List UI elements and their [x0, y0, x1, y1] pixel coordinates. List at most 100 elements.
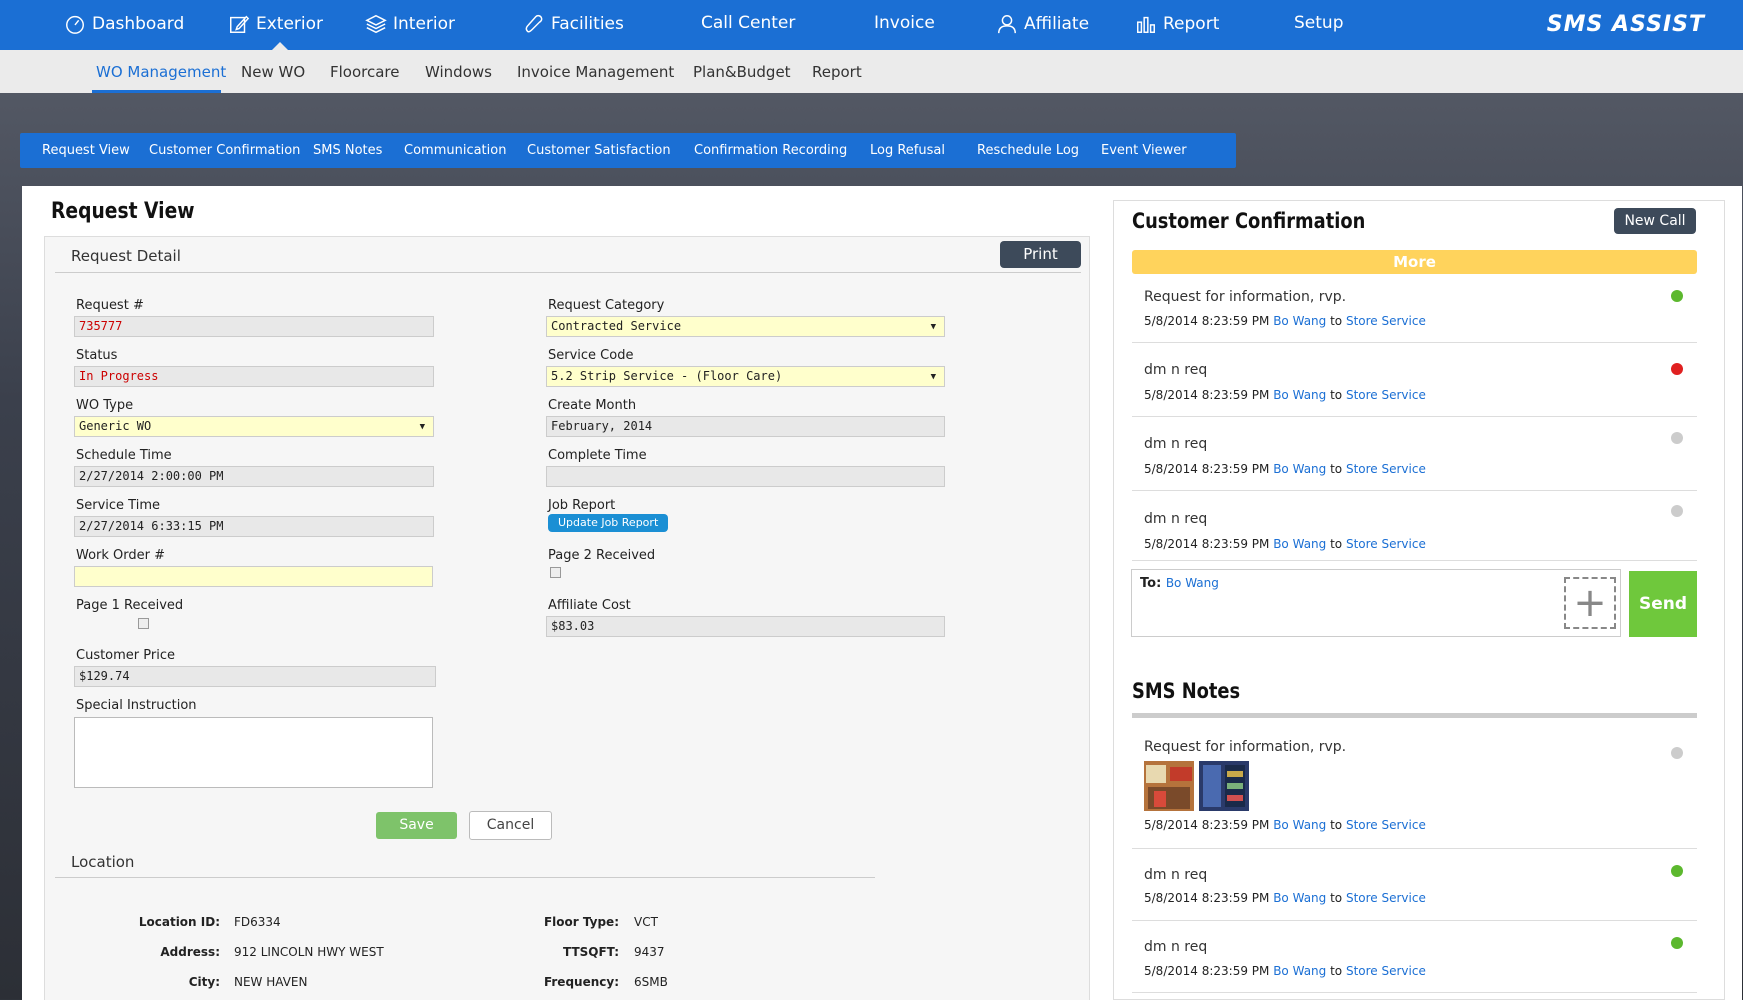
save-button[interactable]: Save	[376, 812, 457, 839]
print-button[interactable]: Print	[1000, 241, 1081, 268]
message-to-link[interactable]: Store Service	[1346, 388, 1426, 402]
message-compose-box[interactable]: To: Bo Wang +	[1131, 569, 1621, 637]
nav-report[interactable]: Report	[1135, 13, 1219, 35]
tab-reschedule-log[interactable]: Reschedule Log	[977, 143, 1079, 158]
nav-facilities[interactable]: Facilities	[523, 13, 624, 35]
to-recipient-link[interactable]: Bo Wang	[1166, 576, 1219, 590]
subnav-floorcare[interactable]: Floorcare	[330, 63, 400, 81]
request-no-field[interactable]: 735777	[74, 316, 434, 337]
message-from-link[interactable]: Bo Wang	[1273, 818, 1326, 832]
message-to-link[interactable]: Store Service	[1346, 818, 1426, 832]
edit-icon	[230, 15, 250, 33]
nav-invoice[interactable]: Invoice	[874, 13, 935, 33]
layers-icon	[365, 14, 387, 34]
active-caret	[272, 42, 288, 50]
message-to-link[interactable]: Store Service	[1346, 964, 1426, 978]
cancel-button[interactable]: Cancel	[469, 811, 552, 840]
subnav-new-wo[interactable]: New WO	[241, 63, 305, 81]
page1-received-checkbox[interactable]	[138, 618, 149, 629]
nav-dashboard[interactable]: Dashboard	[64, 13, 184, 35]
frequency-value: 6SMB	[634, 975, 668, 989]
tab-request-view[interactable]: Request View	[42, 143, 130, 158]
message-from-link[interactable]: Bo Wang	[1273, 314, 1326, 328]
request-category-value: Contracted Service	[551, 319, 682, 333]
message-from-link[interactable]: Bo Wang	[1273, 537, 1326, 551]
sms-note-message[interactable]: dm n req 5/8/2014 8:23:59 PM Bo Wang to …	[1132, 849, 1697, 921]
message-from-link[interactable]: Bo Wang	[1273, 462, 1326, 476]
send-button[interactable]: Send	[1629, 571, 1697, 637]
sms-note-message[interactable]: Request for information, rvp. 5/8/2014 8…	[1132, 719, 1697, 849]
subnav-report[interactable]: Report	[812, 63, 862, 81]
user-icon	[998, 15, 1016, 34]
location-id-value: FD6334	[234, 915, 281, 929]
photo-thumbnail-store-shelf[interactable]	[1199, 761, 1249, 811]
confirmation-message[interactable]: Request for information, rvp. 5/8/2014 8…	[1132, 277, 1697, 343]
phone-icon	[525, 14, 543, 33]
status-dot	[1671, 937, 1683, 949]
complete-time-field[interactable]	[546, 466, 945, 487]
nav-call-center[interactable]: Call Center	[701, 13, 795, 33]
subnav-wo-management[interactable]: WO Management	[96, 63, 226, 81]
divider	[55, 877, 875, 878]
nav-setup[interactable]: Setup	[1294, 13, 1343, 33]
location-heading: Location	[71, 853, 135, 871]
message-from-link[interactable]: Bo Wang	[1273, 388, 1326, 402]
page2-received-checkbox[interactable]	[550, 567, 561, 578]
status-dot	[1671, 505, 1683, 517]
tab-sms-notes[interactable]: SMS Notes	[313, 143, 382, 158]
message-to-link[interactable]: Store Service	[1346, 537, 1426, 551]
request-category-select[interactable]: Contracted Service ▼	[546, 316, 945, 337]
message-text: dm n req	[1144, 867, 1208, 883]
page-title: Request View	[51, 199, 195, 224]
to-label: To:	[1140, 576, 1162, 591]
new-call-button[interactable]: New Call	[1614, 208, 1696, 234]
page2-received-label: Page 2 Received	[548, 548, 656, 563]
message-meta: 5/8/2014 8:23:59 PM Bo Wang to Store Ser…	[1144, 818, 1426, 832]
to-row: To: Bo Wang	[1140, 576, 1219, 591]
tab-log-refusal[interactable]: Log Refusal	[870, 143, 945, 158]
sms-note-message[interactable]: dm n req 5/8/2014 8:23:59 PM Bo Wang to …	[1132, 921, 1697, 993]
status-dot	[1671, 290, 1683, 302]
wo-type-select[interactable]: Generic WO ▼	[74, 416, 434, 437]
service-time-field[interactable]: 2/27/2014 6:33:15 PM	[74, 516, 434, 537]
subnav-plan-budget[interactable]: Plan&Budget	[693, 63, 791, 81]
affiliate-cost-field[interactable]: $83.03	[546, 616, 945, 637]
subnav-windows[interactable]: Windows	[425, 63, 492, 81]
update-job-report-button[interactable]: Update Job Report	[548, 514, 669, 532]
create-month-label: Create Month	[548, 398, 637, 413]
create-month-field[interactable]: February, 2014	[546, 416, 945, 437]
tab-communication[interactable]: Communication	[404, 143, 506, 158]
more-button[interactable]: More	[1132, 250, 1697, 274]
subnav-invoice-management[interactable]: Invoice Management	[517, 63, 674, 81]
nav-exterior[interactable]: Exterior	[228, 13, 323, 35]
ttsqft-label: TTSQFT:	[562, 945, 619, 959]
customer-price-label: Customer Price	[76, 648, 175, 663]
status-dot	[1671, 747, 1683, 759]
customer-price-field[interactable]: $129.74	[74, 666, 436, 687]
status-field[interactable]: In Progress	[74, 366, 434, 387]
work-order-field[interactable]	[74, 566, 433, 587]
service-code-select[interactable]: 5.2 Strip Service - (Floor Care) ▼	[546, 366, 945, 387]
special-instruction-label: Special Instruction	[76, 698, 197, 713]
sms-assist-logo[interactable]: SMS ASSIST	[1547, 12, 1705, 37]
message-from-link[interactable]: Bo Wang	[1273, 964, 1326, 978]
special-instruction-textarea[interactable]	[74, 717, 433, 788]
message-to-link[interactable]: Store Service	[1346, 462, 1426, 476]
tab-event-viewer[interactable]: Event Viewer	[1101, 143, 1187, 158]
confirmation-message[interactable]: dm n req 5/8/2014 8:23:59 PM Bo Wang to …	[1132, 491, 1697, 561]
add-attachment-icon[interactable]: +	[1564, 577, 1616, 629]
confirmation-message[interactable]: dm n req 5/8/2014 8:23:59 PM Bo Wang to …	[1132, 417, 1697, 491]
photo-thumbnail-store-counter[interactable]	[1144, 761, 1194, 811]
message-from-link[interactable]: Bo Wang	[1273, 891, 1326, 905]
tab-confirmation-recording[interactable]: Confirmation Recording	[694, 143, 847, 158]
nav-interior[interactable]: Interior	[365, 13, 455, 35]
message-to-link[interactable]: Store Service	[1346, 314, 1426, 328]
message-text: dm n req	[1144, 436, 1208, 452]
tab-customer-confirmation[interactable]: Customer Confirmation	[149, 143, 300, 158]
confirmation-message[interactable]: dm n req 5/8/2014 8:23:59 PM Bo Wang to …	[1132, 343, 1697, 417]
message-to-link[interactable]: Store Service	[1346, 891, 1426, 905]
request-detail-panel: Request Detail Print Request # 735777 St…	[44, 236, 1090, 1000]
schedule-time-field[interactable]: 2/27/2014 2:00:00 PM	[74, 466, 434, 487]
nav-affiliate[interactable]: Affiliate	[996, 13, 1089, 35]
tab-customer-satisfaction[interactable]: Customer Satisfaction	[527, 143, 671, 158]
